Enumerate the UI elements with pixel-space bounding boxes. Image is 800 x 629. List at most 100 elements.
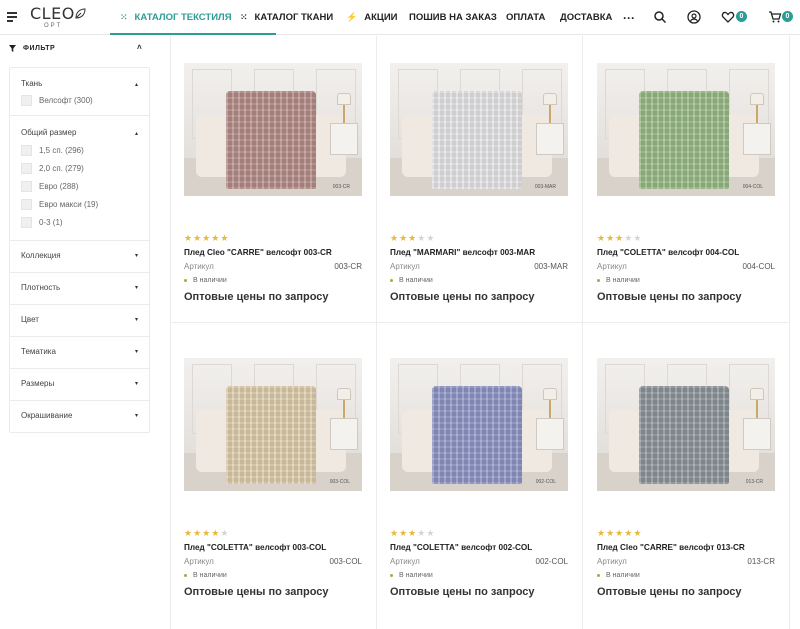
logo[interactable]: CLEO OPT	[30, 4, 90, 32]
filter-group-title[interactable]: Окрашивание	[21, 411, 72, 420]
filter-panel: Ткань ▴ Велсофт (300) Общий размер ▴ 1,5…	[9, 67, 150, 433]
filter-option[interactable]: 1,5 сп. (296)	[21, 144, 84, 156]
product-card[interactable]: 004-COL ★★★★★ Плед "COLETTA" велсофт 004-C…	[597, 63, 775, 303]
stock-status: В наличии	[184, 572, 227, 579]
star-icon: ★	[193, 528, 203, 538]
product-image[interactable]: 003-COL	[184, 358, 362, 491]
divider	[10, 368, 149, 369]
star-icon: ★	[399, 528, 409, 538]
filter-group-title[interactable]: Цвет	[21, 315, 39, 324]
chevron-up-icon[interactable]: ˄	[137, 43, 142, 52]
product-card[interactable]: 003-CR ★★★★★ Плед Cleo "CARRE" велсофт 003…	[184, 63, 362, 303]
product-price: Оптовые цены по запросу	[390, 291, 535, 303]
product-image[interactable]: 003-MAR	[390, 63, 568, 196]
product-image[interactable]: 003-CR	[184, 63, 362, 196]
filter-group-title[interactable]: Ткань	[21, 79, 42, 88]
nav-fabric-catalog[interactable]: ⁙ КАТАЛОГ ТКАНИ	[240, 0, 333, 35]
stock-dot-icon	[184, 279, 187, 282]
star-icon: ★	[184, 528, 194, 538]
filter-group-title[interactable]: Коллекция	[21, 251, 61, 260]
filter-option[interactable]: 0-3 (1)	[21, 216, 63, 228]
user-icon[interactable]	[687, 10, 701, 24]
checkbox[interactable]	[21, 162, 32, 174]
cart-icon[interactable]	[768, 10, 782, 24]
blanket	[432, 386, 522, 484]
star-icon: ★	[408, 528, 418, 538]
filter-group-title[interactable]: Общий размер	[21, 128, 76, 137]
article-value: 003-MAR	[534, 262, 568, 271]
product-title[interactable]: Плед Cleo "CARRE" велсофт 013-CR	[597, 543, 777, 552]
product-title[interactable]: Плед "COLETTA" велсофт 003-COL	[184, 543, 364, 552]
article-label: Артикул	[390, 557, 420, 566]
product-price: Оптовые цены по запросу	[390, 586, 535, 598]
nav-delivery[interactable]: ДОСТАВКА	[560, 0, 612, 35]
caret-up-icon[interactable]: ▴	[135, 130, 138, 137]
star-icon: ★	[624, 528, 634, 538]
heart-icon[interactable]	[721, 10, 735, 24]
filter-group-title[interactable]: Размеры	[21, 379, 54, 388]
checkbox[interactable]	[21, 94, 32, 106]
product-title[interactable]: Плед "COLETTA" велсофт 004-COL	[597, 248, 777, 257]
site-header: CLEO OPT ⁙ КАТАЛОГ ТЕКСТИЛЯ ⁙ КАТАЛОГ ТК…	[0, 0, 800, 35]
checkbox[interactable]	[21, 198, 32, 210]
stock-status: В наличии	[390, 277, 433, 284]
stock-status: В наличии	[597, 277, 640, 284]
caret-down-icon[interactable]: ▾	[135, 284, 138, 291]
menu-icon[interactable]	[7, 12, 17, 22]
star-icon: ★	[633, 233, 643, 243]
article-label: Артикул	[597, 557, 627, 566]
star-icon: ★	[220, 528, 230, 538]
nav-custom-sewing[interactable]: ПОШИВ НА ЗАКАЗ	[409, 0, 497, 35]
star-icon: ★	[390, 528, 400, 538]
caret-up-icon[interactable]: ▴	[135, 81, 138, 88]
photo-watermark: 003-MAR	[534, 184, 556, 190]
product-card[interactable]: 003-MAR ★★★★★ Плед "MARMARI" велсофт 003-M…	[390, 63, 568, 303]
product-card[interactable]: 003-COL ★★★★★ Плед "COLETTA" велсофт 003-C…	[184, 358, 362, 598]
article-row: Артикул 002-COL	[390, 557, 568, 566]
article-label: Артикул	[597, 262, 627, 271]
product-image[interactable]: 004-COL	[597, 63, 775, 196]
blanket	[432, 91, 522, 189]
filter-option[interactable]: Евро макси (19)	[21, 198, 98, 210]
nav-promotions[interactable]: ⚡ АКЦИИ	[346, 0, 397, 35]
logo-subtext: OPT	[44, 23, 63, 29]
product-card[interactable]: 002-COL ★★★★★ Плед "COLETTA" велсофт 002-C…	[390, 358, 568, 598]
filter-option[interactable]: 2,0 сп. (279)	[21, 162, 84, 174]
caret-down-icon[interactable]: ▾	[135, 252, 138, 259]
article-row: Артикул 004-COL	[597, 262, 775, 271]
checkbox[interactable]	[21, 180, 32, 192]
photo-watermark: 002-COL	[535, 479, 556, 485]
divider	[10, 304, 149, 305]
star-icon: ★	[597, 233, 607, 243]
filter-group-title[interactable]: Плотность	[21, 283, 60, 292]
nav-textile-catalog[interactable]: ⁙ КАТАЛОГ ТЕКСТИЛЯ	[120, 0, 232, 35]
article-value: 004-COL	[742, 262, 775, 271]
filter-option[interactable]: Евро (288)	[21, 180, 78, 192]
filter-option[interactable]: Велсофт (300)	[21, 94, 93, 106]
star-icon: ★	[426, 528, 436, 538]
product-image[interactable]: 002-COL	[390, 358, 568, 491]
more-icon[interactable]: ···	[623, 0, 635, 35]
star-icon: ★	[390, 233, 400, 243]
nav-payment[interactable]: ОПЛАТА	[506, 0, 545, 35]
product-card[interactable]: 013-CR ★★★★★ Плед Cleo "CARRE" велсофт 013…	[597, 358, 775, 598]
blanket	[226, 386, 316, 484]
caret-down-icon[interactable]: ▾	[135, 380, 138, 387]
product-title[interactable]: Плед "MARMARI" велсофт 003-MAR	[390, 248, 570, 257]
search-icon[interactable]	[653, 10, 667, 24]
star-icon: ★	[184, 233, 194, 243]
filter-group-title[interactable]: Тематика	[21, 347, 56, 356]
product-title[interactable]: Плед Cleo "CARRE" велсофт 003-CR	[184, 248, 364, 257]
logo-text: CLEO	[30, 4, 75, 23]
checkbox[interactable]	[21, 144, 32, 156]
product-title[interactable]: Плед "COLETTA" велсофт 002-COL	[390, 543, 570, 552]
star-icon: ★	[426, 233, 436, 243]
filter-header[interactable]: ФИЛЬТР ˄	[9, 43, 149, 56]
star-icon: ★	[624, 233, 634, 243]
checkbox[interactable]	[21, 216, 32, 228]
caret-down-icon[interactable]: ▾	[135, 412, 138, 419]
product-image[interactable]: 013-CR	[597, 358, 775, 491]
caret-down-icon[interactable]: ▾	[135, 316, 138, 323]
caret-down-icon[interactable]: ▾	[135, 348, 138, 355]
star-icon: ★	[633, 528, 643, 538]
